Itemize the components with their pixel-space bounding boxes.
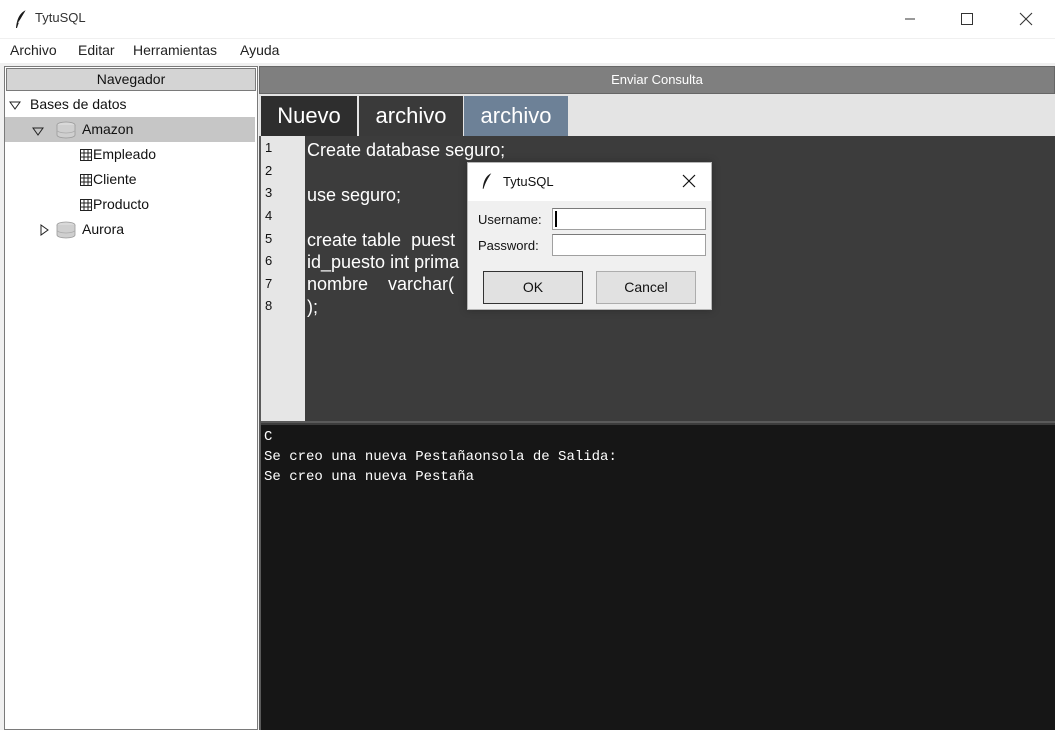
database-icon bbox=[56, 121, 76, 139]
close-button[interactable] bbox=[1003, 0, 1049, 38]
minimize-button[interactable] bbox=[887, 0, 933, 38]
code-line: Create database seguro; bbox=[307, 140, 506, 160]
tree-item-db-amazon[interactable]: Amazon bbox=[5, 117, 255, 142]
menu-herramientas[interactable]: Herramientas bbox=[133, 42, 217, 58]
console-line: C bbox=[264, 429, 273, 445]
cancel-button[interactable]: Cancel bbox=[596, 271, 696, 304]
expanded-triangle-icon[interactable] bbox=[32, 127, 44, 136]
username-label: Username: bbox=[478, 212, 542, 227]
navigator-panel: Navegador Bases de datos Amazon Empleado… bbox=[4, 66, 258, 730]
line-number: 7 bbox=[265, 276, 273, 291]
tree-item-table-empleado[interactable]: Empleado bbox=[5, 142, 255, 167]
line-number: 1 bbox=[265, 140, 273, 155]
minimize-icon bbox=[905, 18, 915, 20]
feather-icon bbox=[482, 173, 492, 189]
tab-bar: Nuevo archivo archivo bbox=[259, 94, 1055, 136]
menu-editar[interactable]: Editar bbox=[78, 42, 115, 58]
table-icon bbox=[80, 174, 92, 186]
line-number: 4 bbox=[265, 208, 273, 223]
line-number-gutter: 1 2 3 4 5 6 7 8 bbox=[261, 136, 305, 421]
tree-item-table-producto[interactable]: Producto bbox=[5, 192, 255, 217]
maximize-icon bbox=[961, 13, 973, 25]
code-line: id_puesto int prima bbox=[307, 252, 460, 272]
tab-archivo-1[interactable]: archivo bbox=[359, 96, 463, 136]
line-number: 3 bbox=[265, 185, 273, 200]
feather-icon bbox=[16, 9, 27, 28]
tree-item-table-cliente[interactable]: Cliente bbox=[5, 167, 255, 192]
table-icon bbox=[80, 199, 92, 211]
line-number: 6 bbox=[265, 253, 273, 268]
username-field[interactable] bbox=[552, 208, 706, 230]
tab-nuevo[interactable]: Nuevo bbox=[261, 96, 357, 136]
line-number: 5 bbox=[265, 231, 273, 246]
table-label: Empleado bbox=[93, 146, 157, 162]
login-dialog: TytuSQL Username: Password: OK Cancel bbox=[467, 162, 712, 310]
collapsed-triangle-icon[interactable] bbox=[40, 224, 49, 236]
table-icon bbox=[80, 149, 92, 161]
table-label: Cliente bbox=[93, 171, 137, 187]
password-label: Password: bbox=[478, 238, 539, 253]
code-line: use seguro; bbox=[307, 185, 402, 205]
menu-archivo[interactable]: Archivo bbox=[10, 42, 57, 58]
database-icon bbox=[56, 221, 76, 239]
close-icon[interactable] bbox=[682, 174, 696, 188]
maximize-button[interactable] bbox=[944, 0, 990, 38]
output-console[interactable]: C Se creo una nueva Pestañaonsola de Sal… bbox=[261, 423, 1055, 730]
tab-archivo-2[interactable]: archivo bbox=[464, 96, 568, 136]
code-line: create table puest bbox=[307, 230, 456, 250]
navigator-header: Navegador bbox=[6, 68, 256, 91]
menu-ayuda[interactable]: Ayuda bbox=[240, 42, 279, 58]
expanded-triangle-icon[interactable] bbox=[9, 101, 21, 110]
text-caret bbox=[555, 211, 557, 227]
window-title: TytuSQL bbox=[35, 10, 86, 25]
db-label: Aurora bbox=[82, 221, 125, 237]
dialog-title: TytuSQL bbox=[503, 174, 554, 189]
password-field[interactable] bbox=[552, 234, 706, 256]
db-label: Amazon bbox=[82, 121, 134, 137]
tree-item-db-aurora[interactable]: Aurora bbox=[5, 217, 255, 242]
table-label: Producto bbox=[93, 196, 150, 212]
title-bar: TytuSQL bbox=[0, 0, 1055, 38]
dialog-title-bar: TytuSQL bbox=[468, 163, 711, 201]
ok-button[interactable]: OK bbox=[483, 271, 583, 304]
console-line: Se creo una nueva Pestaña bbox=[264, 469, 475, 485]
code-line: nombre varchar( bbox=[307, 274, 455, 294]
menu-bar: Archivo Editar Herramientas Ayuda bbox=[0, 38, 1055, 63]
close-icon bbox=[1019, 12, 1033, 26]
code-line: ); bbox=[307, 297, 318, 317]
line-number: 2 bbox=[265, 163, 273, 178]
tree-root-label: Bases de datos bbox=[30, 96, 127, 112]
tree-root-databases[interactable]: Bases de datos bbox=[5, 92, 255, 117]
send-query-button[interactable]: Enviar Consulta bbox=[259, 66, 1055, 94]
line-number: 8 bbox=[265, 298, 273, 313]
console-line: Se creo una nueva Pestañaonsola de Salid… bbox=[264, 449, 617, 465]
